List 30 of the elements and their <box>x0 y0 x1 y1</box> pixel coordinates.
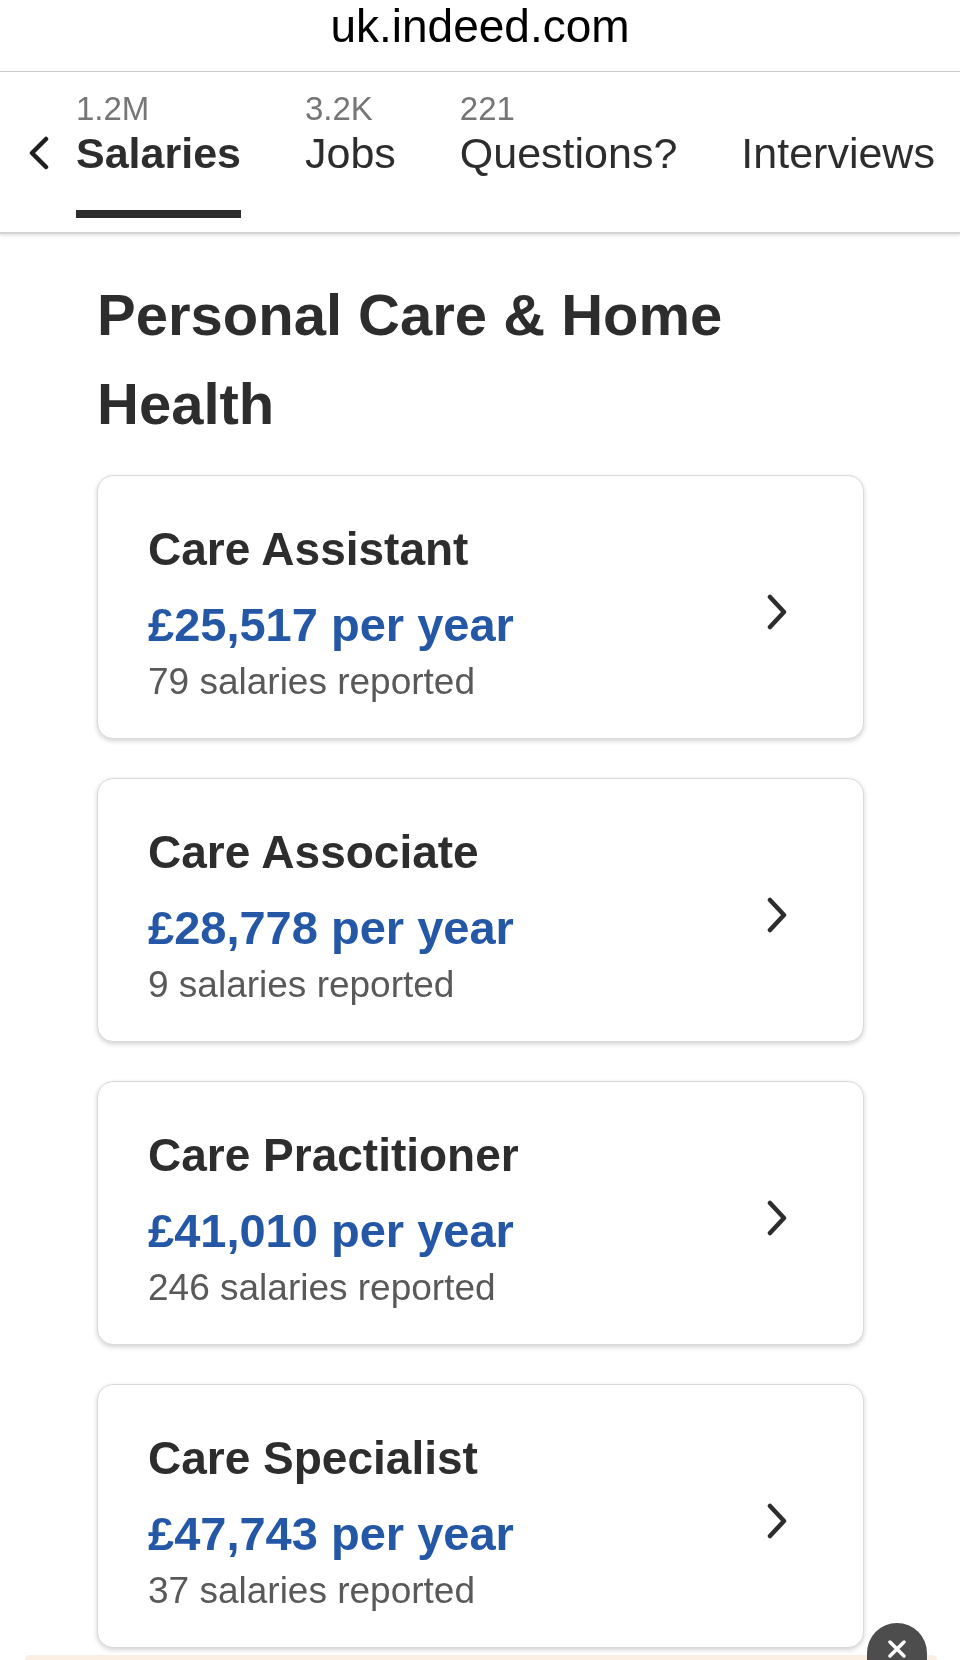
salary-card[interactable]: Care Specialist £47,743 per year 37 salaries reported <box>97 1384 864 1648</box>
page-heading: Personal Care & Home Health <box>97 281 724 438</box>
chevron-left-icon <box>28 136 50 170</box>
tab[interactable]: Interviews <box>741 90 935 218</box>
tab[interactable]: 1.2M Salaries <box>76 90 241 218</box>
salary-amount: £25,517 per year <box>148 596 514 653</box>
salary-amount: £41,010 per year <box>148 1202 514 1259</box>
tab[interactable]: 3.2K Jobs <box>304 90 396 218</box>
report-count: 9 salaries reported <box>148 962 455 1007</box>
close-button[interactable] <box>867 1623 927 1660</box>
salary-amount: £47,743 per year <box>148 1505 514 1562</box>
tab[interactable]: 221 Questions? <box>459 90 678 218</box>
report-count: 79 salaries reported <box>148 659 476 704</box>
address-text[interactable]: uk.indeed.com <box>330 0 630 52</box>
report-count: 37 salaries reported <box>148 1568 476 1613</box>
close-icon <box>888 1640 906 1658</box>
job-title: Care Practitioner <box>148 1127 519 1183</box>
job-title: Care Associate <box>148 824 479 880</box>
back-button[interactable] <box>28 136 50 170</box>
chevron-right-icon <box>766 897 788 933</box>
salary-card[interactable]: Care Practitioner £41,010 per year 246 salaries reported <box>97 1081 864 1345</box>
report-count: 246 salaries reported <box>148 1265 496 1310</box>
chevron-right-icon <box>766 1200 788 1236</box>
chevron-right-icon <box>766 594 788 630</box>
job-title: Care Assistant <box>148 521 469 577</box>
salary-amount: £28,778 per year <box>148 899 514 956</box>
job-title: Care Specialist <box>148 1430 478 1486</box>
chevron-right-icon <box>766 1503 788 1539</box>
salary-card[interactable]: Care Associate £28,778 per year 9 salaries reported <box>97 778 864 1042</box>
salary-card[interactable]: Care Assistant £25,517 per year 79 salaries reported <box>97 475 864 739</box>
